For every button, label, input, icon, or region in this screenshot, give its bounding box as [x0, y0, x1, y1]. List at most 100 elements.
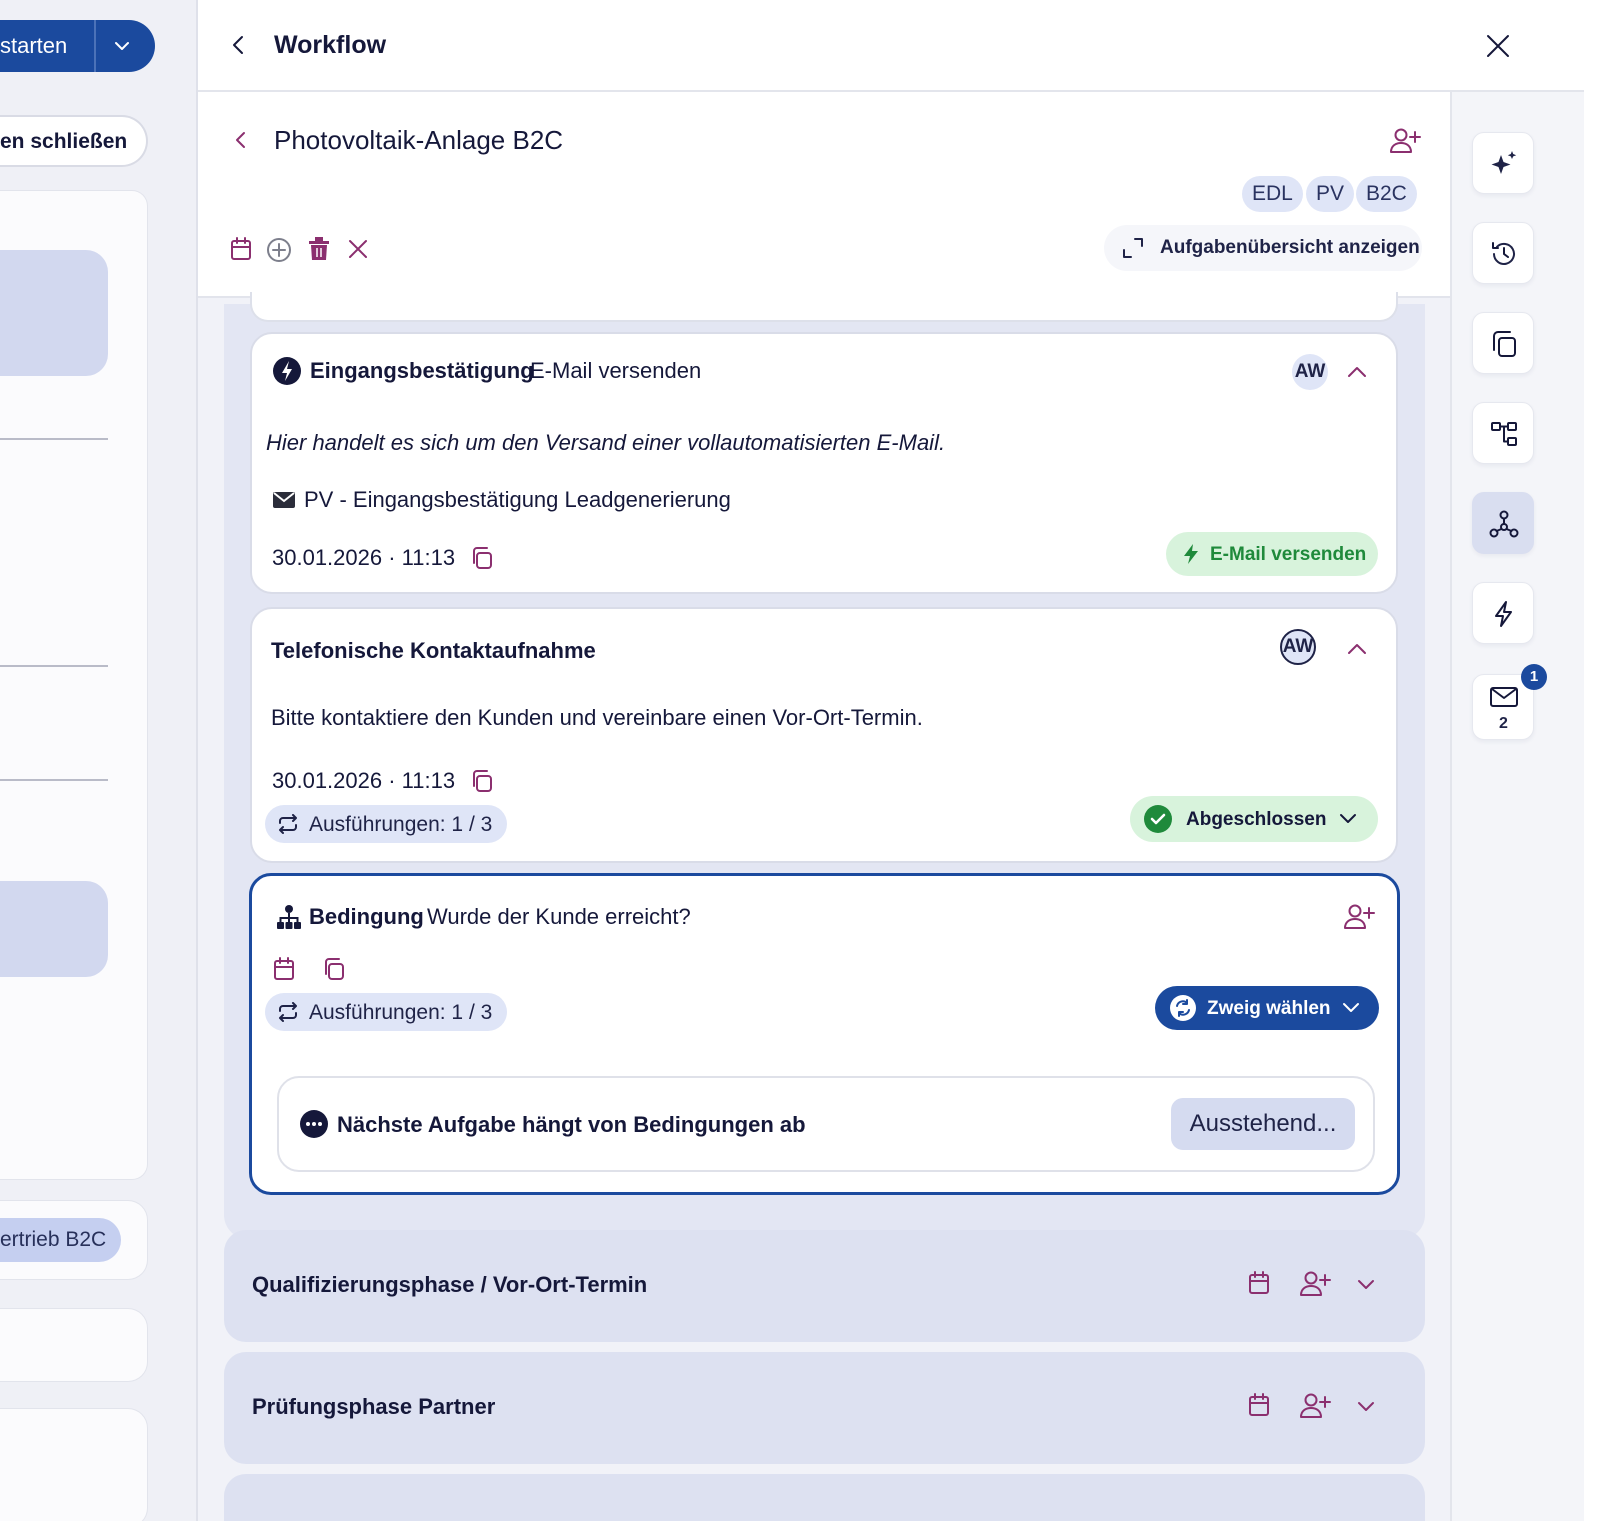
process-title: Photovoltaik-Anlage B2C	[274, 125, 564, 155]
phase-row[interactable]	[224, 1474, 1425, 1521]
chevron-up-icon[interactable]	[1346, 641, 1368, 657]
expand-icon	[1122, 237, 1144, 259]
process-tag: EDL	[1242, 176, 1303, 212]
structure-button[interactable]	[1472, 402, 1534, 464]
add-user-icon[interactable]	[1388, 127, 1422, 155]
right-toolbar: 2	[1452, 92, 1584, 1521]
calendar-icon[interactable]	[1248, 1393, 1270, 1417]
left-tag-label: ertrieb B2C	[0, 1228, 107, 1251]
mail-icon	[272, 490, 296, 510]
trash-icon[interactable]	[308, 237, 330, 261]
executions-badge: Ausführungen: 1 / 3	[265, 805, 507, 843]
send-email-label: E-Mail versenden	[1210, 544, 1367, 565]
phase-title: Prüfungsphase Partner	[252, 1394, 496, 1419]
process-header: Photovoltaik-Anlage B2C EDL PV B2C Aufga…	[198, 92, 1450, 298]
divider	[0, 438, 108, 440]
email-template-name: PV - Eingangsbestätigung Leadgenerierung	[304, 487, 731, 512]
add-circle-icon[interactable]	[266, 237, 292, 263]
task-overview-button[interactable]: Aufgabenübersicht anzeigen	[1104, 225, 1422, 271]
left-card	[0, 1408, 148, 1521]
copy-button[interactable]	[1472, 312, 1534, 374]
task-card[interactable]: Eingangsbestätigung E-Mail versenden AW …	[250, 332, 1398, 594]
previous-task-card	[250, 292, 1398, 322]
left-list-item[interactable]	[0, 881, 108, 977]
more-icon	[300, 1110, 328, 1138]
task-description: Bitte kontaktiere den Kunden und vereinb…	[271, 705, 923, 730]
check-circle-icon	[1144, 805, 1172, 833]
mail-icon	[1490, 687, 1518, 707]
left-tag[interactable]: ertrieb B2C	[0, 1218, 121, 1262]
avatar[interactable]: AW	[1280, 629, 1316, 665]
copy-icon[interactable]	[470, 769, 494, 793]
task-date: 30.01.2026 · 11:13	[272, 545, 456, 570]
avatar[interactable]: AW	[1292, 354, 1328, 390]
start-button-label[interactable]: starten	[0, 33, 67, 59]
phase-row[interactable]: Prüfungsphase Partner	[224, 1352, 1425, 1464]
history-icon	[1492, 242, 1515, 265]
page-title: Workflow	[274, 31, 387, 59]
task-type-label: Bedingung	[309, 904, 424, 929]
phase-row[interactable]: Qualifizierungsphase / Vor-Ort-Termin	[224, 1230, 1425, 1342]
executions-badge: Ausführungen: 1 / 3	[265, 993, 507, 1031]
chevron-down-icon[interactable]	[1356, 1399, 1376, 1415]
lightning-icon	[1182, 543, 1200, 565]
status-label: Abgeschlossen	[1186, 809, 1327, 830]
phase-title: Qualifizierungsphase / Vor-Ort-Termin	[252, 1272, 648, 1297]
process-tag: PV	[1306, 176, 1355, 212]
branch-swap-icon	[1169, 994, 1197, 1022]
process-tag: B2C	[1356, 176, 1417, 212]
chevron-down-icon[interactable]	[1356, 1277, 1376, 1293]
next-task-info: Nächste Aufgabe hängt von Bedingungen ab…	[277, 1076, 1375, 1172]
calendar-icon[interactable]	[273, 957, 295, 981]
repeat-icon	[277, 814, 299, 834]
lightning-icon	[1495, 601, 1512, 627]
calendar-icon[interactable]	[1248, 1271, 1270, 1295]
task-card[interactable]: Telefonische Kontaktaufnahme AW Bitte ko…	[250, 607, 1398, 863]
chevron-down-icon[interactable]	[112, 36, 132, 56]
add-user-icon[interactable]	[1298, 1270, 1332, 1298]
start-split-button[interactable]: starten	[0, 20, 155, 72]
copy-icon[interactable]	[470, 546, 494, 570]
status-dropdown[interactable]: Abgeschlossen	[1130, 796, 1378, 842]
task-type-label: Eingangsbestätigung	[310, 358, 534, 383]
executions-label: Ausführungen: 1 / 3	[309, 1001, 493, 1024]
condition-task-card[interactable]: Bedingung Wurde der Kunde erreicht? Ausf…	[249, 873, 1400, 1195]
close-icon[interactable]	[1484, 32, 1512, 60]
next-task-text: Nächste Aufgabe hängt von Bedingungen ab	[337, 1112, 806, 1137]
workflow-network-icon	[1489, 510, 1519, 538]
left-list-item[interactable]	[0, 250, 108, 376]
tree-structure-icon	[1491, 422, 1517, 446]
task-overview-label: Aufgabenübersicht anzeigen	[1160, 237, 1420, 258]
choose-branch-label: Zweig wählen	[1207, 998, 1331, 1019]
left-card	[0, 1308, 148, 1382]
task-title: Telefonische Kontaktaufnahme	[271, 638, 596, 663]
automation-button[interactable]	[1472, 582, 1534, 644]
workflow-panel: Photovoltaik-Anlage B2C EDL PV B2C Aufga…	[198, 92, 1452, 1521]
close-icon[interactable]	[348, 239, 368, 259]
divider	[0, 665, 108, 667]
split-divider	[94, 20, 96, 72]
automation-icon	[272, 356, 302, 386]
notification-badge: 1	[1521, 664, 1547, 690]
window-edge	[1584, 0, 1600, 1521]
task-description: Hier handelt es sich um den Versand eine…	[266, 430, 946, 455]
sparkle-icon	[1491, 151, 1517, 174]
chevron-down-icon	[1338, 811, 1358, 827]
history-button[interactable]	[1472, 222, 1534, 284]
task-title: E-Mail versenden	[530, 358, 702, 383]
add-user-icon[interactable]	[1342, 903, 1376, 931]
back-icon[interactable]	[228, 34, 250, 56]
send-email-button[interactable]: E-Mail versenden	[1166, 532, 1378, 576]
workflow-button[interactable]	[1472, 492, 1534, 554]
task-date: 30.01.2026 · 11:13	[272, 768, 456, 793]
copy-icon[interactable]	[322, 957, 346, 981]
choose-branch-button[interactable]: Zweig wählen	[1155, 986, 1379, 1030]
close-all-button[interactable]: en schließen	[0, 115, 148, 167]
add-user-icon[interactable]	[1298, 1392, 1332, 1420]
calendar-icon[interactable]	[230, 237, 252, 261]
chevron-up-icon[interactable]	[1346, 364, 1368, 380]
repeat-icon	[277, 1002, 299, 1022]
ai-sparkle-button[interactable]	[1472, 132, 1534, 194]
back-icon[interactable]	[232, 130, 250, 150]
task-title: Wurde der Kunde erreicht?	[427, 904, 691, 929]
